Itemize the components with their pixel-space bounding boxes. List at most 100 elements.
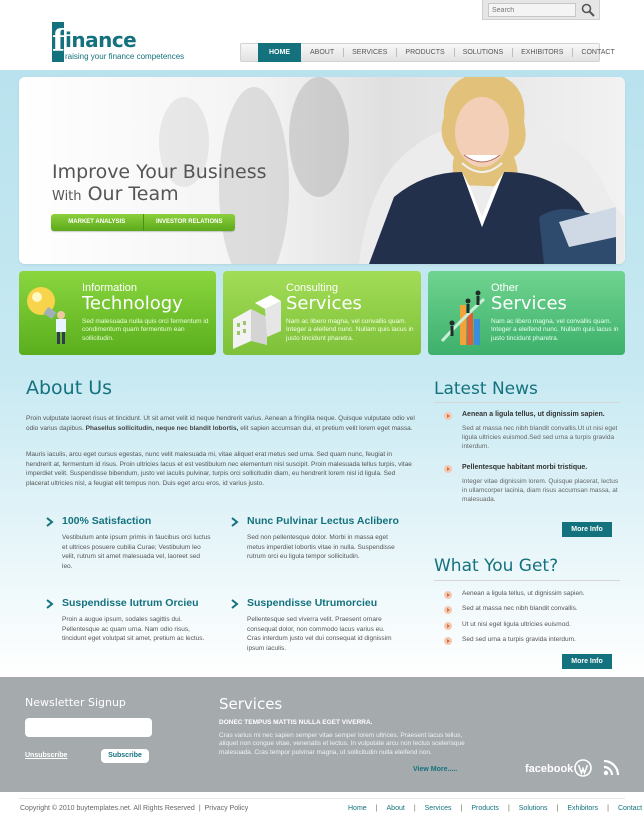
view-more-link[interactable]: View More..... xyxy=(413,766,457,773)
buildings-icon xyxy=(233,295,281,349)
facebook-icon[interactable]: facebook xyxy=(525,763,573,775)
hero-banner: Improve Your Business With Our Team MARK… xyxy=(19,77,625,264)
about-point: Nunc Pulvinar Lectus Aclibero Sed non pe… xyxy=(231,515,401,575)
point-title: Suspendisse Iutrum Orcieu xyxy=(62,597,199,609)
background-figure xyxy=(289,77,349,197)
footer-link-home[interactable]: Home xyxy=(348,805,367,812)
newsletter-title: Newsletter Signup xyxy=(25,696,126,709)
divider xyxy=(434,402,620,403)
news-item[interactable]: Aenean a ligula tellus, ut dignissim sap… xyxy=(444,411,619,461)
divider xyxy=(434,580,620,581)
logo-text: inance xyxy=(65,28,137,52)
nav-contact[interactable]: CONTACT xyxy=(572,43,623,62)
feature-big-title: Services xyxy=(491,293,567,314)
latest-news-title: Latest News xyxy=(434,379,538,399)
feature-description: Nam ac libero magna, vel convallis quam.… xyxy=(491,318,619,342)
unsubscribe-link[interactable]: Unsubscribe xyxy=(25,752,67,759)
search-input[interactable] xyxy=(488,3,576,17)
businesswoman-photo xyxy=(359,77,624,264)
arrow-bullet-icon xyxy=(444,622,452,630)
about-paragraph-1: Proin vulputate laoreet risus et tincidu… xyxy=(26,414,417,433)
benefit-text: Ut ut nisi eget ligula ultricies euismod… xyxy=(462,621,571,628)
investor-relations-button[interactable]: INVESTOR RELATIONS xyxy=(142,214,236,231)
footer-link-exhibitors[interactable]: Exhibitors xyxy=(567,805,598,812)
nav-products[interactable]: PRODUCTS xyxy=(396,43,453,62)
benefits-more-info-button[interactable]: More Info xyxy=(562,654,612,669)
subscribe-button[interactable]: Subscribe xyxy=(101,749,149,763)
footer-link-about[interactable]: About xyxy=(387,805,405,812)
chevron-right-icon xyxy=(46,599,54,609)
hero-button-group: MARKET ANALYSIS INVESTOR RELATIONS xyxy=(51,214,235,231)
point-title: Nunc Pulvinar Lectus Aclibero xyxy=(247,515,399,527)
separator: | xyxy=(413,805,416,812)
main-nav: HOME ABOUT SERVICES PRODUCTS SOLUTIONS E… xyxy=(240,43,615,62)
point-text: Sed non pellentesque dolor. Morbi in mas… xyxy=(247,534,395,560)
benefit-item: Sed sed urna a turpis gravida interdum. xyxy=(444,636,624,646)
nav-home[interactable]: HOME xyxy=(258,43,301,62)
growth-chart-people-icon xyxy=(440,290,486,345)
logo-mark: f xyxy=(52,22,65,62)
footer-link-services[interactable]: Services xyxy=(425,805,452,812)
benefit-item: Aenean a ligula tellus, ut dignissim sap… xyxy=(444,590,624,600)
chevron-right-icon xyxy=(46,517,54,527)
market-analysis-button[interactable]: MARKET ANALYSIS xyxy=(51,214,143,231)
footer-services-title: Services xyxy=(219,695,283,713)
separator: | xyxy=(375,805,378,812)
hero-headline-line2: With Our Team xyxy=(52,183,267,208)
search-icon[interactable] xyxy=(580,2,596,18)
benefit-text: Sed at massa nec nibh blandit convallis. xyxy=(462,605,578,612)
about-text: elit sapien accumsan dui, et pretium vel… xyxy=(238,424,413,432)
news-title[interactable]: Aenean a ligula tellus, ut dignissim sap… xyxy=(462,411,605,418)
what-you-get-title: What You Get? xyxy=(434,556,559,576)
feature-other-services[interactable]: Other Services Nam ac libero magna, vel … xyxy=(428,271,625,355)
separator: | xyxy=(507,805,510,812)
news-title[interactable]: Pellentesque habitant morbi tristique. xyxy=(462,464,587,471)
feature-information-technology[interactable]: Information Technology Sed malesuada nul… xyxy=(19,271,216,355)
news-text: Sed at massa nec nibh blandit convallis.… xyxy=(462,425,618,450)
privacy-policy-link[interactable]: Privacy Policy xyxy=(205,805,249,812)
point-text: Pellentesque sed viverra velit. Praesent… xyxy=(247,616,392,652)
feature-consulting-services[interactable]: Consulting Services Nam ac libero magna,… xyxy=(223,271,421,355)
feature-big-title: Technology xyxy=(82,293,183,314)
benefit-text: Sed sed urna a turpis gravida interdum. xyxy=(462,636,576,643)
nav-services[interactable]: SERVICES xyxy=(343,43,396,62)
benefit-item: Sed at massa nec nibh blandit convallis. xyxy=(444,605,624,615)
copyright-text: Copyright © 2010 buytemplates.net. All R… xyxy=(20,805,195,812)
benefit-text: Aenean a ligula tellus, ut dignissim sap… xyxy=(462,590,585,597)
arrow-bullet-icon xyxy=(444,637,452,645)
news-item[interactable]: Pellentesque habitant morbi tristique. I… xyxy=(444,464,619,514)
rss-icon[interactable] xyxy=(603,759,620,776)
hero-headline-line1: Improve Your Business xyxy=(52,161,267,183)
about-bold-text: Phasellus sollicitudin, neque nec blandi… xyxy=(85,424,239,432)
about-point: Suspendisse Utrumorcieu Pellentesque sed… xyxy=(231,597,401,657)
nav-about[interactable]: ABOUT xyxy=(301,43,343,62)
about-point: 100% Satisfaction Vestibulum ante ipsum … xyxy=(46,515,216,575)
about-point: Suspendisse Iutrum Orcieu Proin a augue … xyxy=(46,597,216,657)
point-title: 100% Satisfaction xyxy=(62,515,152,527)
footer-link-contact[interactable]: Contact xyxy=(618,805,642,812)
footer-nav: Home | About | Services | Products | Solutio… xyxy=(348,805,642,812)
separator: | xyxy=(607,805,609,812)
news-text: Integer vitae dignissim lorem. Quisque p… xyxy=(462,478,619,503)
footer-link-solutions[interactable]: Solutions xyxy=(519,805,548,812)
point-text: Proin a augue ipsum, sodales sagittis du… xyxy=(62,616,205,642)
about-paragraph-2: Mauris iaculis, arcu eget cursus egestas… xyxy=(26,451,412,487)
footer-services-text: Cras varius mi nec sapien semper vitae s… xyxy=(219,732,465,756)
separator: | xyxy=(198,805,201,812)
newsletter-email-input[interactable] xyxy=(25,718,152,737)
header: f inance raising your finance competence… xyxy=(0,0,644,76)
footer-bottom: Copyright © 2010 buytemplates.net. All R… xyxy=(0,792,644,837)
separator: | xyxy=(556,805,559,812)
logo[interactable]: f inance raising your finance competence… xyxy=(52,22,192,67)
arrow-bullet-icon xyxy=(444,465,452,473)
footer-link-products[interactable]: Products xyxy=(471,805,499,812)
nav-solutions[interactable]: SOLUTIONS xyxy=(453,43,512,62)
logo-tagline: raising your finance competences xyxy=(65,52,185,61)
nav-exhibitors[interactable]: EXHIBITORS xyxy=(512,43,572,62)
arrow-bullet-icon xyxy=(444,412,452,420)
news-more-info-button[interactable]: More Info xyxy=(562,522,612,537)
divider xyxy=(19,798,625,799)
feature-description: Nam ac libero magna, vel convallis quam.… xyxy=(286,318,414,342)
wordpress-icon[interactable] xyxy=(574,759,592,777)
hero-headline-small: With xyxy=(52,189,82,204)
